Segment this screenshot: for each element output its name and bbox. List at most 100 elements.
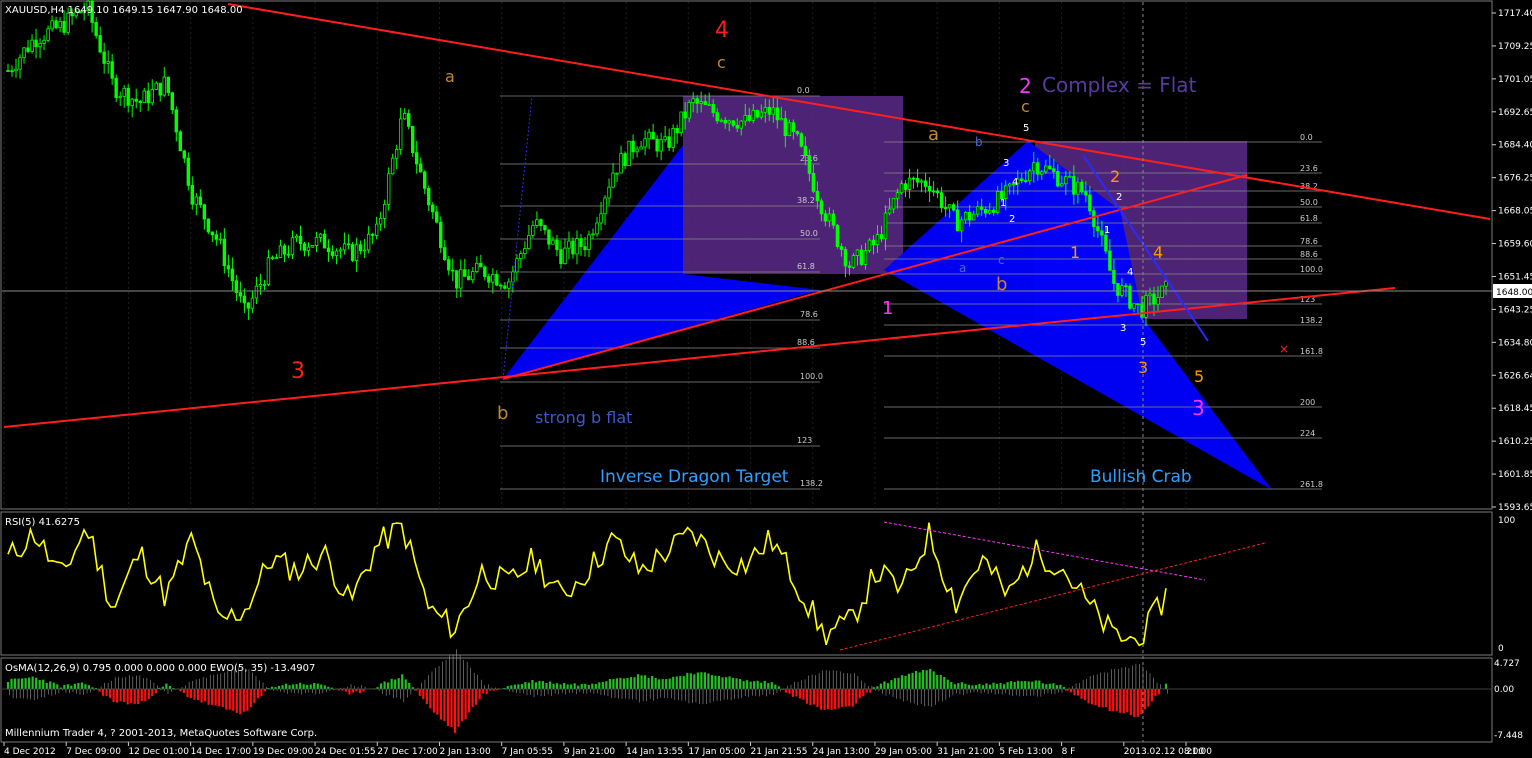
wave-label: 3 — [1120, 323, 1126, 334]
candle-body — [278, 245, 283, 258]
candle-body — [959, 219, 964, 232]
candle-body — [867, 239, 872, 251]
candle-body — [591, 233, 595, 236]
candle-body — [575, 238, 579, 255]
candle-body — [947, 204, 952, 209]
candle-body — [895, 192, 900, 199]
candle-body — [651, 131, 655, 140]
candle-body — [463, 269, 467, 277]
candle-body — [643, 138, 647, 148]
candle-body — [186, 157, 191, 186]
wave-label: 2 — [1116, 192, 1122, 203]
candle-body — [451, 269, 455, 272]
candle-body — [583, 246, 587, 251]
candle-body — [1056, 171, 1060, 187]
wave-label: b — [996, 274, 1007, 295]
time-tick-label: 19 Dec 09:00 — [253, 747, 314, 757]
candle-body — [759, 111, 764, 118]
mt4-chart[interactable]: 0.023.638.250.061.878.688.6100.0123138.2… — [0, 0, 1532, 758]
candle-body — [443, 247, 447, 261]
candle-body — [110, 61, 114, 79]
candle-body — [631, 140, 635, 153]
rsi-tick-label: 100 — [1498, 516, 1515, 526]
candle-body — [899, 183, 904, 194]
time-tick-label: 24 Dec 01:55 — [315, 747, 376, 757]
candle-body — [50, 20, 54, 30]
candle-body — [394, 148, 399, 159]
fib-label-left: 123 — [797, 436, 812, 445]
fib-label-right: 78.6 — [1300, 237, 1318, 246]
candle-body — [158, 82, 162, 96]
candle-body — [1132, 303, 1136, 309]
candle-body — [218, 238, 223, 241]
price-tick-label: 1659.60 — [1498, 240, 1532, 250]
time-tick-label: 14 Dec 17:00 — [191, 747, 252, 757]
candle-body — [190, 185, 195, 205]
candle-body — [130, 98, 134, 106]
candle-body — [1060, 183, 1064, 187]
candle-body — [46, 28, 50, 41]
candle-body — [1064, 176, 1068, 185]
strong-b-flat-label: strong b flat — [535, 408, 632, 427]
candle-body — [138, 100, 142, 103]
candle-body — [911, 177, 916, 180]
candle-body — [687, 101, 691, 119]
candle-body — [1032, 162, 1036, 172]
candle-body — [919, 180, 924, 183]
time-tick-label: 5 Feb 13:00 — [999, 747, 1053, 757]
candle-body — [563, 247, 567, 265]
candle-body — [1164, 280, 1168, 287]
candle-body — [1020, 178, 1024, 182]
candle-body — [210, 231, 215, 236]
candle-body — [727, 120, 731, 124]
candle-body — [471, 271, 475, 281]
wave-label: Complex = Flat — [1042, 73, 1197, 97]
rsi-tick-label: 0 — [1498, 644, 1504, 654]
candle-body — [795, 131, 800, 135]
candle-body — [647, 131, 651, 140]
candle-body — [603, 197, 607, 215]
candle-body — [655, 138, 659, 152]
time-tick-label: 17 Jan 05:00 — [688, 747, 745, 757]
wave-label: 4 — [1153, 243, 1163, 262]
fib-label-left: 138.2 — [800, 479, 823, 488]
candle-body — [374, 223, 379, 236]
wave-label: c — [998, 253, 1005, 267]
candle-body — [503, 285, 507, 289]
candle-body — [775, 107, 780, 121]
candle-body — [334, 250, 339, 256]
candle-body — [871, 239, 876, 246]
candle-body — [755, 109, 759, 118]
candle-body — [587, 234, 591, 251]
candle-body — [402, 113, 407, 120]
price-tick-label: 1709.25 — [1498, 42, 1532, 52]
candle-body — [723, 119, 727, 124]
candle-body — [831, 213, 836, 226]
candle-body — [527, 234, 531, 250]
price-tick-label: 1676.25 — [1498, 174, 1532, 184]
candle-body — [419, 163, 423, 173]
fib-label-right: 224 — [1300, 429, 1315, 438]
candle-body — [1128, 285, 1132, 309]
fib-label-right: 161.8 — [1300, 347, 1323, 356]
candle-body — [679, 111, 683, 134]
current-price-value: 1648.00 — [1496, 288, 1532, 298]
wave-label: 2 — [1019, 74, 1032, 98]
candle-body — [851, 255, 856, 268]
candle-body — [1144, 295, 1148, 318]
wave-label: 2 — [1110, 167, 1120, 186]
candle-body — [891, 197, 896, 210]
candle-body — [270, 257, 275, 259]
wave-label: 3 — [1192, 396, 1205, 420]
candle-body — [1156, 297, 1160, 305]
wave-label: a — [928, 124, 939, 145]
candle-body — [535, 219, 539, 226]
candle-body — [390, 157, 395, 175]
candle-body — [1048, 165, 1052, 170]
osma-label: OsMA(12,26,9) 0.795 0.000 0.000 0.000 EW… — [5, 663, 315, 674]
candle-body — [262, 283, 267, 286]
candle-body — [931, 190, 936, 193]
candle-body — [1028, 170, 1032, 182]
time-tick-label: 7 Jan 05:55 — [502, 747, 553, 757]
wave-label: b — [975, 135, 983, 149]
